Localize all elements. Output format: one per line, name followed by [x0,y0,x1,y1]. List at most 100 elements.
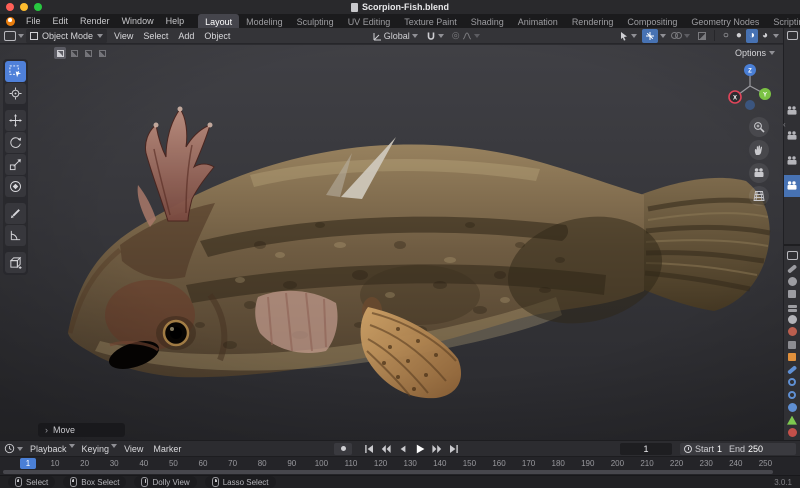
workspace-tab-animation[interactable]: Animation [511,14,565,28]
properties-tab-scene[interactable] [786,314,799,324]
workspace-tab-sculpting[interactable]: Sculpting [290,14,341,28]
tool-transform[interactable] [5,176,26,197]
operator-panel-move[interactable]: › Move [38,423,125,437]
prev-keyframe-button[interactable] [379,443,393,455]
properties-tab-modifiers[interactable] [786,365,799,375]
select-mode-extend[interactable] [68,47,80,59]
scrollbar-handle[interactable] [3,470,773,474]
outliner-row-object-1[interactable] [784,125,800,147]
tool-annotate[interactable] [5,203,26,224]
outliner-row-object-2[interactable] [784,150,800,172]
viewport-menu-select[interactable]: Select [138,31,173,41]
timeline-menu-marker[interactable]: Marker [148,444,186,454]
toggle-perspective-button[interactable] [749,186,769,206]
workspace-tab-uv-editing[interactable]: UV Editing [341,14,398,28]
outliner-row-scorpion-fish[interactable] [784,175,800,197]
select-mode-set[interactable] [54,47,66,59]
timeline-menu-view[interactable]: View [119,444,148,454]
options-button[interactable]: Options [735,48,775,58]
zoom-view-button[interactable] [749,117,769,137]
tool-select-box[interactable] [5,61,26,82]
modifiers-tab-icon [787,365,797,374]
shading-solid-button[interactable]: ● [733,29,745,43]
end-frame-field[interactable]: 250 [748,444,763,454]
tool-measure[interactable] [5,225,26,246]
workspace-tab-scripting[interactable]: Scripting [766,14,800,28]
object-type-visibility-dropdown[interactable] [616,29,640,43]
workspace-tab-texture-paint[interactable]: Texture Paint [397,14,464,28]
properties-tab-tool[interactable] [786,264,799,274]
mode-selector[interactable]: Object Mode [26,29,107,43]
pan-view-button[interactable] [749,140,769,160]
tool-cursor[interactable] [5,83,26,104]
properties-tab-output[interactable] [786,289,799,299]
toggle-xray[interactable] [695,29,709,43]
playhead-current-frame[interactable]: 1 [20,458,36,469]
properties-tab-world[interactable] [786,327,799,337]
tool-group-gap [5,105,26,109]
viewport-canvas[interactable]: Options Z X Y [0,45,783,440]
show-gizmo-toggle[interactable] [642,29,658,43]
menu-file[interactable]: File [20,16,47,26]
jump-end-button[interactable] [447,443,461,455]
viewport-menu-view[interactable]: View [109,31,138,41]
navigation-gizmo[interactable]: Z X Y [727,61,773,111]
properties-tab-object-data[interactable] [786,415,799,425]
menu-window[interactable]: Window [116,16,160,26]
menu-render[interactable]: Render [74,16,116,26]
timeline-menu-playback[interactable]: Playback [25,444,72,454]
timeline-ruler[interactable]: 1 10203040506070809010011012013014015016… [0,456,800,469]
viewport-menu-add[interactable]: Add [173,31,199,41]
properties-editor-icon[interactable] [787,251,798,260]
properties-tab-physics[interactable] [786,390,799,400]
auto-keying-record-button[interactable] [334,443,352,455]
select-mode-subtract[interactable] [82,47,94,59]
outliner-row-camera[interactable] [784,100,800,122]
proportional-editing-toggle[interactable]: ◎ [449,29,483,43]
viewport-menu-object[interactable]: Object [199,31,235,41]
shading-material-preview-button[interactable]: ◑ [746,29,758,43]
prev-frame-button[interactable] [396,443,410,455]
outliner-editor-icon[interactable] [787,31,798,40]
camera-view-button[interactable] [749,163,769,183]
properties-tab-constraints[interactable] [786,403,799,413]
show-overlays-toggle[interactable] [668,29,693,43]
start-frame-field[interactable]: 1 [717,444,722,454]
workspace-tab-geometry-nodes[interactable]: Geometry Nodes [684,14,766,28]
material-tab-icon [788,428,797,437]
workspace-tab-compositing[interactable]: Compositing [620,14,684,28]
menu-help[interactable]: Help [160,16,191,26]
tool-rotate[interactable] [5,132,26,153]
shading-dropdown-icon[interactable] [773,34,779,38]
tool-move[interactable] [5,110,26,131]
properties-tab-view-layer[interactable] [786,302,799,312]
workspace-tab-modeling[interactable]: Modeling [239,14,290,28]
transform-orientation-selector[interactable]: Global [369,29,421,43]
shading-rendered-button[interactable]: ◕ [759,29,771,43]
tool-add-cube[interactable] [5,252,26,273]
jump-start-button[interactable] [362,443,376,455]
workspace-tab-layout[interactable]: Layout [198,14,239,28]
select-mode-intersect[interactable] [96,47,108,59]
current-frame-field[interactable]: 1 [620,443,672,455]
editor-type-icon[interactable] [4,31,16,41]
gizmo-dropdown-icon[interactable] [660,34,666,38]
next-keyframe-button[interactable] [430,443,444,455]
workspace-tab-rendering[interactable]: Rendering [565,14,621,28]
properties-tab-particles[interactable] [786,377,799,387]
status-hint-label: Dolly View [152,478,189,487]
timeline-menu-keying[interactable]: Keying [77,444,115,454]
tool-scale[interactable] [5,154,26,175]
workspace-tab-shading[interactable]: Shading [464,14,511,28]
properties-tab-material[interactable] [786,428,799,438]
scorpion-fish-model[interactable] [0,45,783,440]
snap-toggle[interactable] [423,29,447,43]
properties-tab-collection[interactable] [786,340,799,350]
menu-edit[interactable]: Edit [47,16,75,26]
blender-logo-icon[interactable] [6,17,15,26]
properties-tab-render[interactable] [786,277,799,287]
play-button[interactable] [413,443,427,455]
shading-wireframe-button[interactable]: ○ [720,29,732,43]
timeline-editor-icon[interactable] [4,443,15,454]
properties-tab-object[interactable] [786,352,799,362]
